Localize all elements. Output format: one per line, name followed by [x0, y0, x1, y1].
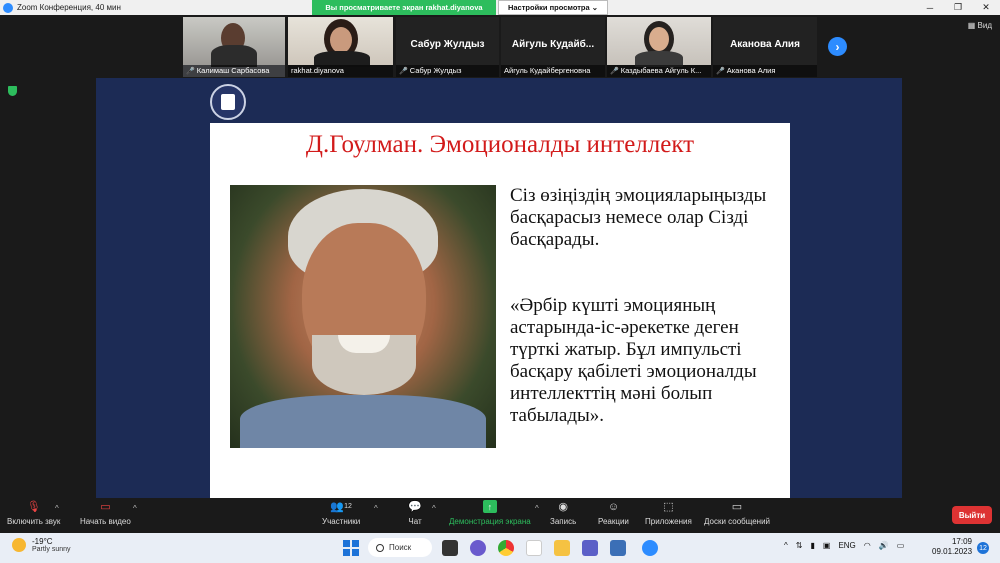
weather-desc: Partly sunny [32, 546, 71, 553]
reactions-icon: ☺ [607, 500, 620, 513]
zoom-app-icon[interactable] [642, 540, 658, 556]
windows-taskbar: -19°C Partly sunny Поиск ^ ⇅ ▮ ▣ ENG ◠ 🔊… [0, 533, 1000, 563]
file-explorer-icon[interactable] [554, 540, 570, 556]
reactions-button[interactable]: ☺ Реакции [598, 500, 629, 527]
presentation-slide: Д.Гоулман. Эмоционалды интеллект Сіз өзі… [210, 123, 790, 498]
window-title: Zoom Конференция, 40 мин [17, 3, 121, 12]
task-view-icon[interactable] [442, 540, 458, 556]
chat-icon: 💬 [408, 501, 422, 513]
participant-name: Айгуль Кудайб... [511, 39, 595, 50]
notification-badge[interactable]: 12 [977, 542, 989, 554]
whiteboards-button[interactable]: ▭ Доски сообщений [704, 500, 770, 526]
share-screen-button[interactable]: ↑ Демонстрация экрана [449, 500, 531, 526]
participant-caption: rakhat.diyanova [288, 65, 393, 77]
camera-off-icon: ▭ [100, 501, 111, 513]
mic-muted-icon: 🎙 [26, 501, 41, 513]
next-page-arrow-icon[interactable]: › [828, 37, 847, 56]
participants-options-caret[interactable]: ^ [374, 504, 378, 513]
mail-icon[interactable] [526, 540, 542, 556]
weather-widget[interactable]: -19°C Partly sunny [12, 537, 71, 553]
clock[interactable]: 17:09 09.01.2023 [932, 537, 972, 557]
share-banner: Вы просматриваете экран rakhat.diyanova [312, 0, 496, 15]
chrome-icon[interactable] [498, 540, 514, 556]
windows-start-icon[interactable] [343, 540, 359, 556]
search-icon [376, 543, 384, 552]
apps-button[interactable]: ⬚ Приложения [645, 500, 692, 526]
leave-button[interactable]: Выйти [952, 506, 992, 524]
mic-off-icon: 🎤 [399, 68, 408, 75]
audio-options-caret[interactable]: ^ [55, 504, 59, 513]
volume-icon[interactable]: 🔊 [879, 541, 889, 550]
video-options-caret[interactable]: ^ [133, 504, 137, 513]
participant-tile[interactable]: Сабур Жулдыз 🎤 Сабур Жулдыз [396, 17, 499, 77]
chevron-up-icon[interactable]: ^ [784, 541, 788, 550]
minimize-icon[interactable]: ─ [916, 0, 944, 15]
slide-text-main: Сіз өзіңіздің эмоцияларыңызды басқарасыз… [510, 185, 767, 250]
clock-time: 17:09 [951, 537, 972, 546]
zoom-window: Zoom Конференция, 40 мин Вы просматривае… [0, 0, 1000, 563]
participant-tile[interactable]: 🎤 Каздыбаева Айгуль К... [607, 17, 711, 77]
wifi-icon[interactable]: ◠ [864, 541, 871, 550]
mic-off-icon: 🎤 [186, 68, 195, 75]
participant-tile[interactable]: 🎤 Калимаш Сарбасова [183, 17, 285, 77]
system-tray: ^ ⇅ ▮ ▣ ENG ◠ 🔊 ▭ [784, 541, 912, 550]
whiteboard-icon: ▭ [731, 501, 743, 513]
start-video-button[interactable]: ▭ Начать видео [80, 500, 131, 526]
unmute-button[interactable]: 🎙 Включить звук [7, 500, 60, 526]
participant-caption: 🎤 Калимаш Сарбасова [183, 65, 285, 77]
encryption-shield-icon[interactable] [8, 86, 17, 96]
tray-app-icon[interactable]: ▣ [823, 541, 831, 550]
chat-button[interactable]: 💬 Чат [408, 500, 422, 526]
participant-video [288, 17, 393, 67]
teams-icon[interactable] [582, 540, 598, 556]
zoom-logo-icon [3, 2, 13, 13]
share-screen-icon: ↑ [482, 500, 497, 513]
participant-caption: 🎤 Сабур Жулдыз [396, 65, 499, 77]
university-logo [210, 84, 246, 120]
store-icon[interactable] [610, 540, 626, 556]
restore-icon[interactable]: ❐ [944, 0, 972, 15]
participant-caption: Айгуль Кудайбергеновна [501, 65, 605, 77]
slide-title: Д.Гоулман. Эмоционалды интеллект [305, 131, 695, 158]
view-button[interactable]: ▦ Вид [968, 21, 992, 30]
chat-app-icon[interactable] [470, 540, 486, 556]
mic-off-icon: 🎤 [610, 68, 619, 75]
participant-tile[interactable]: Айгуль Кудайб... Айгуль Кудайбергеновна [501, 17, 605, 77]
participant-video [607, 17, 711, 67]
slide-text-quote: «Әрбір күшті эмоцияның астарында-іс-әрек… [510, 295, 757, 426]
battery-icon[interactable]: ▮ [810, 541, 814, 550]
weather-temp: -19°C [32, 537, 53, 546]
mic-off-icon: 🎤 [716, 68, 725, 75]
share-options-caret[interactable]: ^ [535, 504, 539, 513]
participants-icon: 👥 12 [330, 501, 352, 513]
participant-caption: 🎤 Каздыбаева Айгуль К... [607, 65, 711, 77]
apps-icon: ⬚ [663, 501, 674, 513]
participant-tile[interactable]: rakhat.diyanova [288, 17, 393, 77]
participants-button[interactable]: 👥 12 Участники [322, 500, 360, 526]
participant-caption: 🎤 Аканова Алия [713, 65, 817, 77]
tray-app-icon[interactable]: ⇅ [796, 541, 803, 550]
clock-date: 09.01.2023 [932, 547, 973, 556]
record-button[interactable]: ◉ Запись [550, 500, 576, 526]
participant-tile[interactable]: Аканова Алия 🎤 Аканова Алия [713, 17, 817, 77]
sun-icon [12, 538, 26, 552]
window-controls: ─ ❐ ✕ [916, 0, 1000, 15]
goleman-photo [230, 185, 496, 448]
record-icon: ◉ [558, 501, 568, 513]
close-icon[interactable]: ✕ [972, 0, 1000, 15]
participant-name: Аканова Алия [730, 39, 800, 50]
view-settings-button[interactable]: Настройки просмотра ⌄ [498, 0, 608, 15]
taskbar-search[interactable]: Поиск [368, 538, 432, 557]
participant-name: Сабур Жулдыз [410, 39, 485, 50]
participant-strip: 🎤 Калимаш Сарбасова rakhat.diyanova Сабур… [0, 15, 1000, 78]
meeting-toolbar: 🎙 Включить звук ^ ▭ Начать видео ^ 👥 12 У… [0, 498, 1000, 533]
battery-level-icon[interactable]: ▭ [897, 541, 905, 550]
participant-video [183, 17, 285, 67]
language-indicator[interactable]: ENG [838, 541, 855, 550]
chat-options-caret[interactable]: ^ [432, 504, 436, 513]
